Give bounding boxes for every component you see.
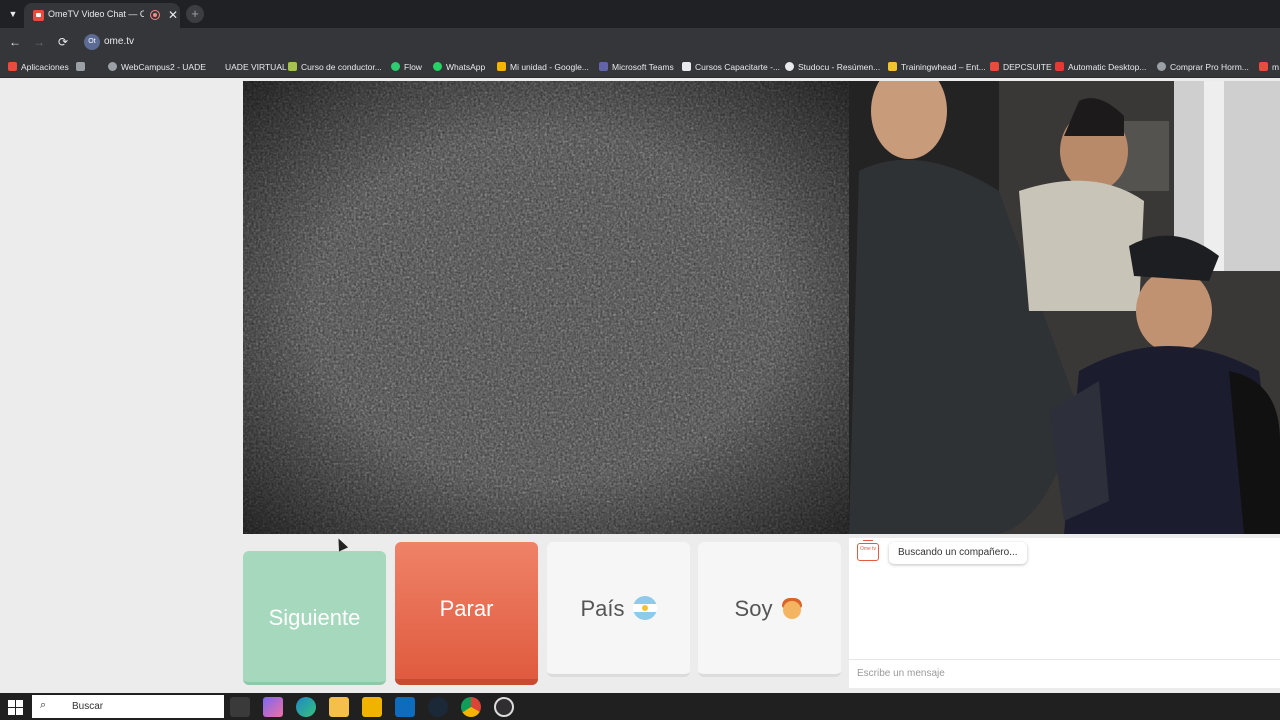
bookmark-item[interactable] <box>76 60 89 74</box>
outlook-icon[interactable] <box>395 697 415 717</box>
country-button[interactable]: País <box>547 542 690 677</box>
camera-feed-image <box>849 81 1280 534</box>
address-bar[interactable]: Ot ome.tv <box>80 32 1280 54</box>
status-message: Buscando un compañero... <box>889 542 1027 564</box>
ometv-logo-icon: Ome tv <box>857 540 879 561</box>
bookmark-item[interactable]: WhatsApp <box>433 60 485 74</box>
message-input[interactable] <box>849 659 1280 687</box>
bookmark-item[interactable]: Curso de conductor... <box>288 60 382 74</box>
back-arrow-icon[interactable]: ← <box>6 33 24 51</box>
capacitarte-icon <box>682 62 691 71</box>
bookmark-item[interactable]: Trainingwhead – Ent... <box>888 60 986 74</box>
reload-icon[interactable]: ⟳ <box>54 33 72 51</box>
apps-grid-icon <box>8 62 17 71</box>
boy-emoji-icon <box>780 596 804 620</box>
chat-panel: Ome tv Buscando un compañero... <box>849 538 1280 688</box>
studocu-icon <box>785 62 794 71</box>
taskbar-search-box[interactable]: ⌕ Buscar <box>32 695 224 718</box>
start-windows-icon[interactable] <box>6 698 24 716</box>
automatic-icon <box>1055 62 1064 71</box>
flow-icon <box>391 62 400 71</box>
forward-arrow-icon[interactable]: → <box>30 33 48 51</box>
whatsapp-icon <box>433 62 442 71</box>
tab-search-icon[interactable]: ▼ <box>4 5 22 23</box>
bookmark-item[interactable]: Automatic Desktop... <box>1055 60 1146 74</box>
bookmark-item[interactable]: Microsoft Teams <box>599 60 674 74</box>
ometv-favicon-icon <box>33 10 44 21</box>
blank-icon <box>212 62 221 71</box>
tab-title: OmeTV Video Chat — Ome <box>48 9 144 19</box>
bookmark-item[interactable]: Cursos Capacitarte -... <box>682 60 780 74</box>
gender-button-label: Soy <box>734 596 773 621</box>
site-info-icon[interactable]: Ot <box>84 34 100 50</box>
argentina-flag-icon <box>632 596 657 620</box>
depcsuite-icon <box>990 62 999 71</box>
bookmark-item[interactable]: Mi unidad - Google... <box>497 60 589 74</box>
bookmark-item[interactable]: Comprar Pro Horm... <box>1157 60 1249 74</box>
recording-indicator-icon <box>150 10 160 20</box>
search-icon: ⌕ <box>40 699 47 711</box>
url-text[interactable]: ome.tv <box>104 36 134 47</box>
country-button-label: País <box>580 596 625 621</box>
video-static-noise <box>243 81 849 534</box>
person-icon <box>1157 62 1166 71</box>
grid-icon <box>76 62 85 71</box>
browser-tab[interactable]: OmeTV Video Chat — Ome ✕ <box>24 3 180 28</box>
bookmarks-bar: Aplicaciones WebCampus2 - UADE UADE VIRT… <box>0 56 1280 78</box>
browser-toolbar: ← → ⟳ Ot ome.tv <box>0 28 1280 56</box>
gender-button[interactable]: Soy <box>698 542 841 677</box>
trainingwhead-icon <box>888 62 897 71</box>
obs-icon[interactable] <box>494 697 514 717</box>
tab-strip: ▼ OmeTV Video Chat — Ome ✕ + <box>0 0 1280 28</box>
bookmark-item[interactable]: DEPCSUITE <box>990 60 1052 74</box>
taskbar-search-placeholder: Buscar <box>72 701 104 712</box>
task-view-icon[interactable] <box>230 697 250 717</box>
next-button[interactable]: Siguiente <box>243 551 386 685</box>
bookmark-item[interactable]: WebCampus2 - UADE <box>108 60 206 74</box>
stranger-video <box>243 81 849 534</box>
windows-taskbar: ⌕ Buscar <box>0 693 1280 720</box>
copilot-icon[interactable] <box>263 697 283 717</box>
self-camera-video <box>849 81 1280 534</box>
bookmark-item[interactable]: Flow <box>391 60 422 74</box>
file-explorer-icon[interactable] <box>329 697 349 717</box>
tab-close-button[interactable]: ✕ <box>166 7 180 23</box>
chrome-icon[interactable] <box>461 697 481 717</box>
globe-icon <box>108 62 117 71</box>
drive-icon <box>497 62 506 71</box>
more-icon <box>1259 62 1268 71</box>
steam-icon[interactable] <box>428 697 448 717</box>
bookmark-item[interactable]: Studocu - Resúmen... <box>785 60 880 74</box>
edge-icon[interactable] <box>296 697 316 717</box>
bookmark-item[interactable]: Aplicaciones <box>8 60 69 74</box>
teams-icon <box>599 62 608 71</box>
new-tab-button[interactable]: + <box>186 5 204 23</box>
stop-button[interactable]: Parar <box>395 542 538 685</box>
bookmark-item[interactable]: UADE VIRTUAL <box>212 60 287 74</box>
bookmark-item[interactable]: m <box>1259 60 1279 74</box>
store-icon[interactable] <box>362 697 382 717</box>
ometv-page: Siguiente Parar País Soy Ome tv Buscando… <box>0 79 1280 693</box>
next-button-label: Siguiente <box>268 605 361 630</box>
stop-button-label: Parar <box>439 596 494 621</box>
folder-icon <box>288 62 297 71</box>
